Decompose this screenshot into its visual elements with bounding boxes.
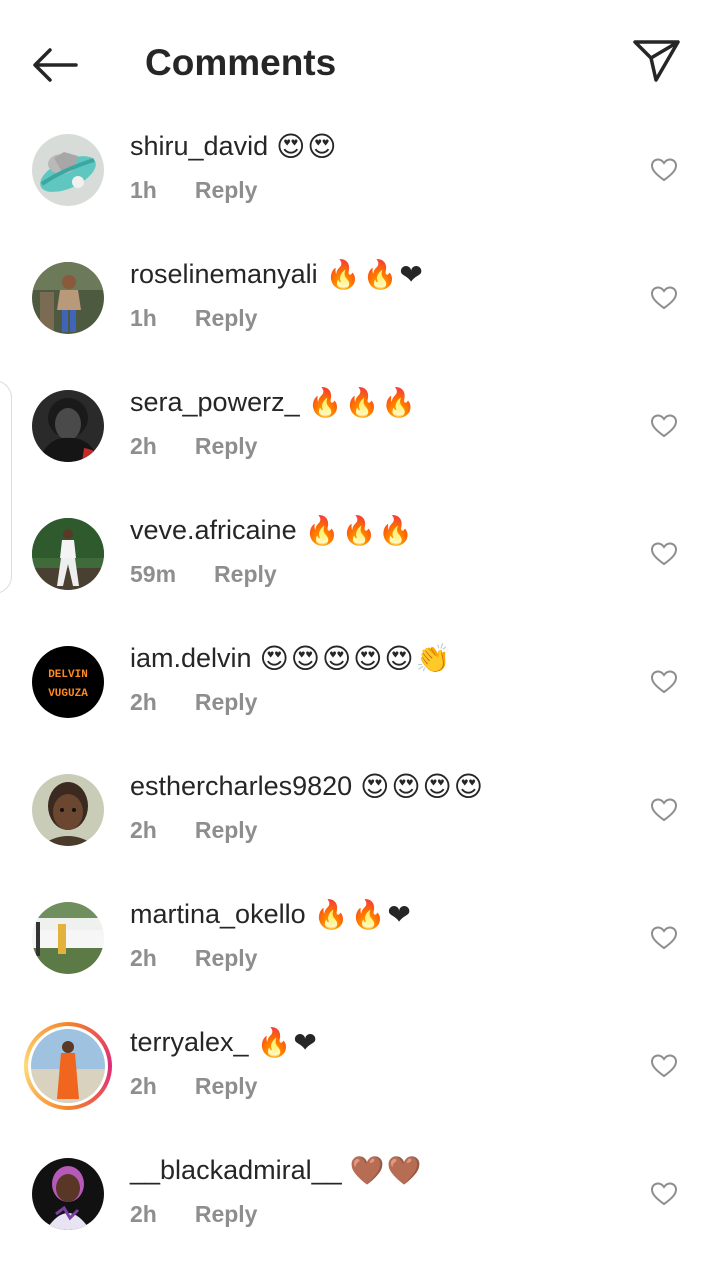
comment-time: 2h [130,817,157,843]
avatar [28,1026,108,1106]
share-button[interactable] [630,36,684,86]
heart-icon[interactable] [651,158,677,182]
back-button[interactable] [28,42,84,90]
comment-row: esthercharles9820 😍😍😍😍 2h Reply [0,762,720,890]
comment-row: DELVIN VUGUZA iam.delvin 😍😍😍😍😍👏 2h Reply [0,634,720,762]
paper-plane-icon [633,40,680,82]
reply-button[interactable]: Reply [195,1198,258,1230]
comment-text: 😍😍 [276,130,339,163]
avatar[interactable] [32,774,104,846]
reply-button[interactable]: Reply [195,942,258,974]
avatar[interactable] [32,902,104,974]
page-title: Comments [145,42,337,83]
comment-text: 🔥🔥❤ [325,258,425,291]
comment-username[interactable]: roselinemanyali [130,259,318,289]
comment-username[interactable]: terryalex_ [130,1027,249,1057]
avatar[interactable] [32,1158,104,1230]
comment-text: 🔥❤ [256,1026,319,1059]
comment-row: roselinemanyali 🔥🔥❤ 1h Reply [0,250,720,378]
comment-row: __blackadmiral__ 🤎🤎 2h Reply [0,1146,720,1274]
comment-text: 🔥🔥❤ [313,898,413,931]
comment-username[interactable]: esthercharles9820 [130,771,352,801]
reply-button[interactable]: Reply [195,1070,258,1102]
avatar[interactable]: DELVIN VUGUZA [32,646,104,718]
comment-username[interactable]: __blackadmiral__ [130,1155,342,1185]
comment-time: 1h [130,177,157,203]
comment-time: 2h [130,945,157,971]
reply-button[interactable]: Reply [195,174,258,206]
avatar-story-ring[interactable] [24,1022,112,1110]
comment-username[interactable]: martina_okello [130,899,306,929]
comment-text: 😍😍😍😍😍👏 [259,642,453,675]
comment-username[interactable]: shiru_david [130,131,268,161]
comment-row: veve.africaine 🔥🔥🔥 59m Reply [0,506,720,634]
comment-time: 2h [130,1073,157,1099]
avatar-text: DELVIN [48,669,88,681]
comment-text: 😍😍😍😍 [360,770,485,803]
header: Comments [0,0,720,124]
comment-username[interactable]: iam.delvin [130,643,252,673]
comment-time: 2h [130,689,157,715]
comment-row: terryalex_ 🔥❤ 2h Reply [0,1018,720,1146]
heart-icon[interactable] [651,1054,677,1078]
heart-icon[interactable] [651,670,677,694]
reply-button[interactable]: Reply [195,430,258,462]
comment-time: 2h [130,1201,157,1227]
heart-icon[interactable] [651,286,677,310]
heart-icon[interactable] [651,798,677,822]
reply-button[interactable]: Reply [195,302,258,334]
comment-row: martina_okello 🔥🔥❤ 2h Reply [0,890,720,1018]
avatar-text: VUGUZA [48,688,88,700]
reply-button[interactable]: Reply [195,814,258,846]
avatar[interactable] [32,134,104,206]
arrow-left-icon [33,48,78,82]
reply-button[interactable]: Reply [195,686,258,718]
avatar[interactable] [32,390,104,462]
avatar[interactable] [32,262,104,334]
reply-button[interactable]: Reply [214,558,277,590]
comment-time: 2h [130,433,157,459]
comment-time: 1h [130,305,157,331]
heart-icon[interactable] [651,1182,677,1206]
comment-row: shiru_david 😍😍 1h Reply [0,122,720,250]
comment-username[interactable]: veve.africaine [130,515,297,545]
comment-text: 🤎🤎 [349,1154,424,1187]
comment-text: 🔥🔥🔥 [307,386,419,419]
heart-icon[interactable] [651,926,677,950]
comment-row: sera_powerz_ 🔥🔥🔥 2h Reply [0,378,720,506]
heart-icon[interactable] [651,414,677,438]
comment-text: 🔥🔥🔥 [304,514,416,547]
avatar[interactable] [32,518,104,590]
heart-icon[interactable] [651,542,677,566]
comment-username[interactable]: sera_powerz_ [130,387,300,417]
comment-time: 59m [130,561,177,587]
